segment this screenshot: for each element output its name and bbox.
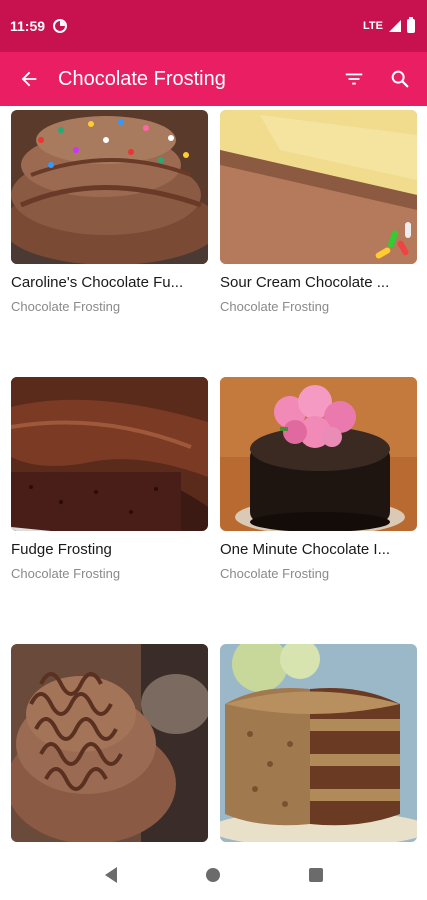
filter-button[interactable] <box>331 52 377 106</box>
recipe-category: Chocolate Frosting <box>220 299 330 314</box>
network-type: LTE <box>363 20 383 32</box>
data-saver-icon <box>53 19 68 33</box>
status-right: LTE <box>363 17 415 33</box>
app-bar: Chocolate Frosting <box>0 52 427 106</box>
recipe-card[interactable] <box>11 644 208 842</box>
recipe-name: Fudge Frosting <box>11 541 112 558</box>
recipe-card[interactable]: Fudge Frosting Chocolate Frosting <box>11 377 208 581</box>
recipe-name: One Minute Chocolate I... <box>220 541 391 558</box>
filter-icon <box>345 73 363 85</box>
status-time: 11:59 <box>10 18 46 34</box>
search-button[interactable] <box>377 52 423 106</box>
recipe-image <box>11 377 208 531</box>
system-nav-bar <box>0 850 427 900</box>
recipe-card[interactable]: One Minute Chocolate I... Chocolate Fros… <box>220 377 417 581</box>
status-left: 11:59 <box>10 18 68 34</box>
search-icon <box>391 70 409 88</box>
recipe-card[interactable]: Caroline's Chocolate Fu... Chocolate Fro… <box>11 110 208 314</box>
back-arrow-icon <box>21 71 37 87</box>
recipe-image <box>220 110 417 264</box>
recipe-card[interactable] <box>220 644 417 842</box>
status-bar: 11:59 LTE <box>0 0 427 52</box>
recipe-card[interactable]: Sour Cream Chocolate ... Chocolate Frost… <box>220 110 417 314</box>
recipe-name: Sour Cream Chocolate ... <box>220 274 390 291</box>
nav-home-icon[interactable] <box>205 868 220 882</box>
recipe-image <box>220 377 417 531</box>
back-button[interactable] <box>0 52 58 106</box>
recipe-image <box>11 110 208 264</box>
nav-back-icon[interactable] <box>104 867 117 883</box>
recipe-image <box>220 644 417 842</box>
recipe-name: Caroline's Chocolate Fu... <box>11 274 184 291</box>
signal-icon <box>389 20 401 32</box>
page-title: Chocolate Frosting <box>58 67 226 90</box>
recipe-image <box>11 644 208 842</box>
recipe-grid: Caroline's Chocolate Fu... Chocolate Fro… <box>0 106 427 850</box>
recipe-category: Chocolate Frosting <box>220 566 330 581</box>
recipe-category: Chocolate Frosting <box>11 299 121 314</box>
recipe-category: Chocolate Frosting <box>11 566 121 581</box>
nav-recent-icon[interactable] <box>308 868 323 882</box>
battery-icon <box>407 17 415 33</box>
